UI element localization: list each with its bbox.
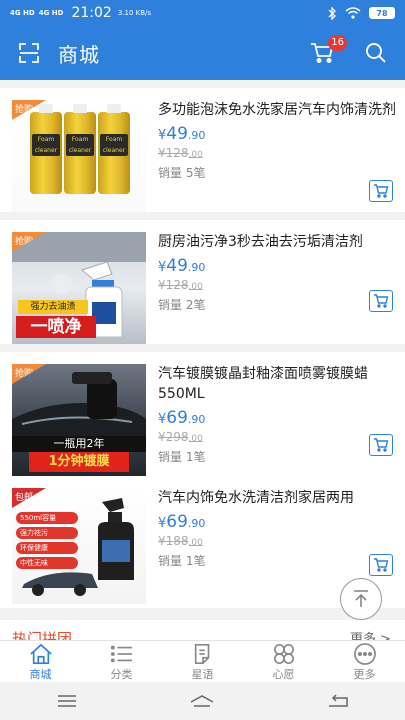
product-card[interactable]: 一瓶用2年 1分钟镀膜 抢购 汽车镀膜镀晶封釉漆面喷雾镀膜蜡550ML ¥69.… [0, 352, 405, 476]
product-image[interactable]: 一瓶用2年 1分钟镀膜 抢购 [12, 364, 146, 476]
battery-icon: 78 [369, 7, 395, 19]
signal-indicator-2: 4G HD [38, 8, 64, 17]
product-original-price: ¥188.00 [158, 534, 203, 548]
product-original-price: ¥128.00 [158, 278, 203, 292]
back-to-top-button[interactable] [340, 578, 382, 620]
signal-indicator-1: 4G HD [10, 8, 35, 17]
product-price: ¥49.90 [158, 124, 206, 144]
product-list: Foam cleaner Foam cleaner Foam cleaner 抢购 多… [0, 80, 405, 640]
promo-label: 强力去油渍 [18, 300, 88, 314]
product-price: ¥69.90 [158, 408, 206, 428]
promo-label: 1分钟镀膜 [29, 452, 129, 472]
home-nav-icon[interactable] [189, 694, 215, 708]
bluetooth-icon [328, 6, 336, 20]
product-sales: 销量 1笔 [158, 554, 206, 568]
clover-icon [273, 644, 294, 664]
add-to-cart-button[interactable] [369, 180, 393, 202]
promo-label: 一喷净 [16, 316, 96, 338]
cart-icon [374, 558, 389, 572]
product-card[interactable]: 强力去油渍 一喷净 抢购 厨房油污净3秒去油去污垢清洁剂 ¥49.90 ¥128… [0, 220, 405, 344]
more-link[interactable]: 更多 > [350, 628, 391, 640]
scan-icon [19, 43, 39, 63]
scan-button[interactable] [14, 38, 44, 68]
cart-icon [374, 294, 389, 308]
cart-count-badge: 16 [328, 35, 347, 51]
more-icon [353, 643, 376, 665]
clock: 21:02 [71, 5, 112, 21]
arrow-up-icon [354, 590, 368, 607]
page-title: 商城 [58, 42, 100, 67]
product-image[interactable]: Foam cleaner Foam cleaner Foam cleaner 抢购 [12, 100, 146, 212]
section-title: 热门拼团 [12, 630, 73, 640]
section-header: 热门拼团 更多 > [0, 620, 405, 640]
note-icon [194, 644, 209, 664]
product-sales: 销量 2笔 [158, 298, 206, 312]
product-card[interactable]: Foam cleaner Foam cleaner Foam cleaner 抢购 多… [0, 88, 405, 212]
product-price: ¥69.90 [158, 512, 206, 532]
network-speed: 3.10 KB/s [117, 8, 152, 17]
tab-label: 分类 [110, 668, 133, 681]
wifi-icon [345, 7, 361, 19]
system-nav-bar [0, 682, 405, 720]
tab-label: 更多 [353, 668, 376, 681]
search-icon [366, 43, 386, 63]
add-to-cart-button[interactable] [369, 290, 393, 312]
cart-icon [374, 438, 389, 452]
status-bar: 4G HD 4G HD 21:02 3.10 KB/s 78 [0, 0, 405, 26]
product-name[interactable]: 汽车内饰免水洗清洁剂家居两用 [158, 488, 396, 508]
app-header: 商城 16 [0, 26, 405, 80]
tab-wish[interactable]: 心愿 [243, 641, 324, 682]
product-image[interactable]: 强力去油渍 一喷净 抢购 [12, 232, 146, 344]
tab-mall[interactable]: 商城 [0, 641, 81, 682]
product-sales: 销量 1笔 [158, 450, 206, 464]
back-icon[interactable] [327, 694, 349, 708]
menu-icon[interactable] [56, 694, 78, 708]
tab-xingyu[interactable]: 星语 [162, 641, 243, 682]
product-original-price: ¥298.00 [158, 430, 203, 444]
tab-category[interactable]: 分类 [81, 641, 162, 682]
product-name[interactable]: 厨房油污净3秒去油去污垢清洁剂 [158, 232, 396, 252]
search-button[interactable] [361, 38, 391, 68]
product-name[interactable]: 汽车镀膜镀晶封釉漆面喷雾镀膜蜡550ML [158, 364, 396, 404]
tab-label: 星语 [191, 668, 214, 681]
spray-bottle-illustration [22, 498, 134, 596]
home-icon [29, 643, 52, 664]
promo-label: 一瓶用2年 [12, 436, 146, 452]
list-icon [110, 645, 132, 663]
add-to-cart-button[interactable] [369, 554, 393, 576]
cart-button[interactable]: 16 [307, 35, 347, 68]
product-image[interactable]: 550ml容量 强力祛污 环保健康 中性无味 包邮 [12, 488, 146, 604]
product-price: ¥49.90 [158, 256, 206, 276]
bottom-tab-bar: 商城 分类 星语 心愿 更多 [0, 640, 405, 682]
product-name[interactable]: 多功能泡沫免水洗家居汽车内饰清洗剂 [158, 100, 396, 120]
add-to-cart-button[interactable] [369, 434, 393, 456]
cart-icon [374, 184, 389, 198]
product-original-price: ¥128.00 [158, 146, 203, 160]
tab-label: 心愿 [272, 668, 295, 681]
product-sales: 销量 5笔 [158, 166, 206, 180]
tab-label: 商城 [29, 668, 52, 681]
tab-more[interactable]: 更多 [324, 641, 405, 682]
